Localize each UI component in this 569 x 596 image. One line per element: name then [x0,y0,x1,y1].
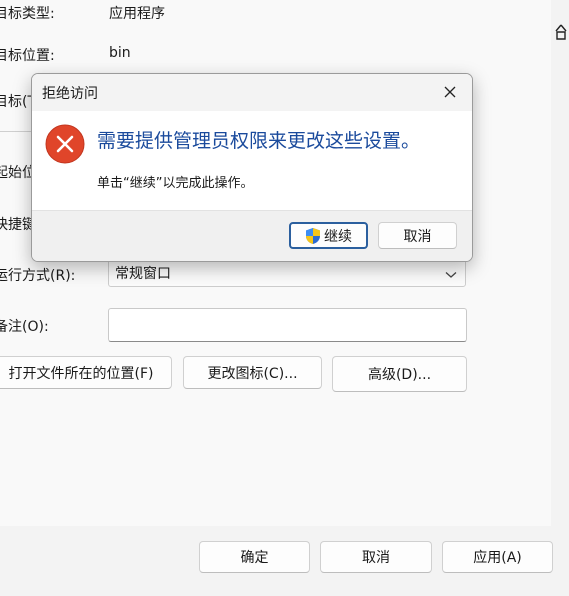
dialog-heading: 需要提供管理员权限来更改这些设置。 [97,130,421,152]
partial-text-icon [554,24,568,44]
continue-button[interactable]: 继续 [289,222,368,249]
dialog-titlebar: 拒绝访问 [32,74,472,111]
dialog-title: 拒绝访问 [42,86,98,102]
target-location-value: bin [109,45,131,61]
run-mode-label: 运行方式(R): [0,268,76,284]
open-file-location-button[interactable]: 打开文件所在的位置(F) [0,356,172,389]
comment-label: 备注(O): [0,319,49,335]
advanced-button[interactable]: 高级(D)... [332,356,467,392]
ok-button[interactable]: 确定 [199,541,310,573]
error-icon [45,124,85,168]
target-type-label: 目标类型: [0,6,55,22]
target-type-value: 应用程序 [109,6,165,22]
dialog-footer: 继续 取消 [32,210,472,261]
properties-footer: 确定 取消 应用(A) [0,526,569,596]
change-icon-button[interactable]: 更改图标(C)... [183,356,322,389]
dialog-body: 需要提供管理员权限来更改这些设置。 单击“继续”以完成此操作。 [32,111,472,210]
continue-label: 继续 [324,228,352,245]
dialog-cancel-button[interactable]: 取消 [378,222,457,249]
access-denied-dialog: 拒绝访问 需要提供管理员权限来更改这些设置。 单击“继续”以完成此操作。 继续 … [31,73,473,262]
dialog-message: 单击“继续”以完成此操作。 [97,176,254,191]
comment-input[interactable] [108,308,467,342]
right-edge-panel [551,0,569,526]
run-mode-value: 常规窗口 [115,266,171,282]
uac-shield-icon [305,227,321,245]
close-icon[interactable] [436,80,464,104]
cancel-button[interactable]: 取消 [320,541,432,573]
target-location-label: 目标位置: [0,48,55,64]
apply-button[interactable]: 应用(A) [442,541,553,573]
chevron-down-icon [445,267,457,283]
